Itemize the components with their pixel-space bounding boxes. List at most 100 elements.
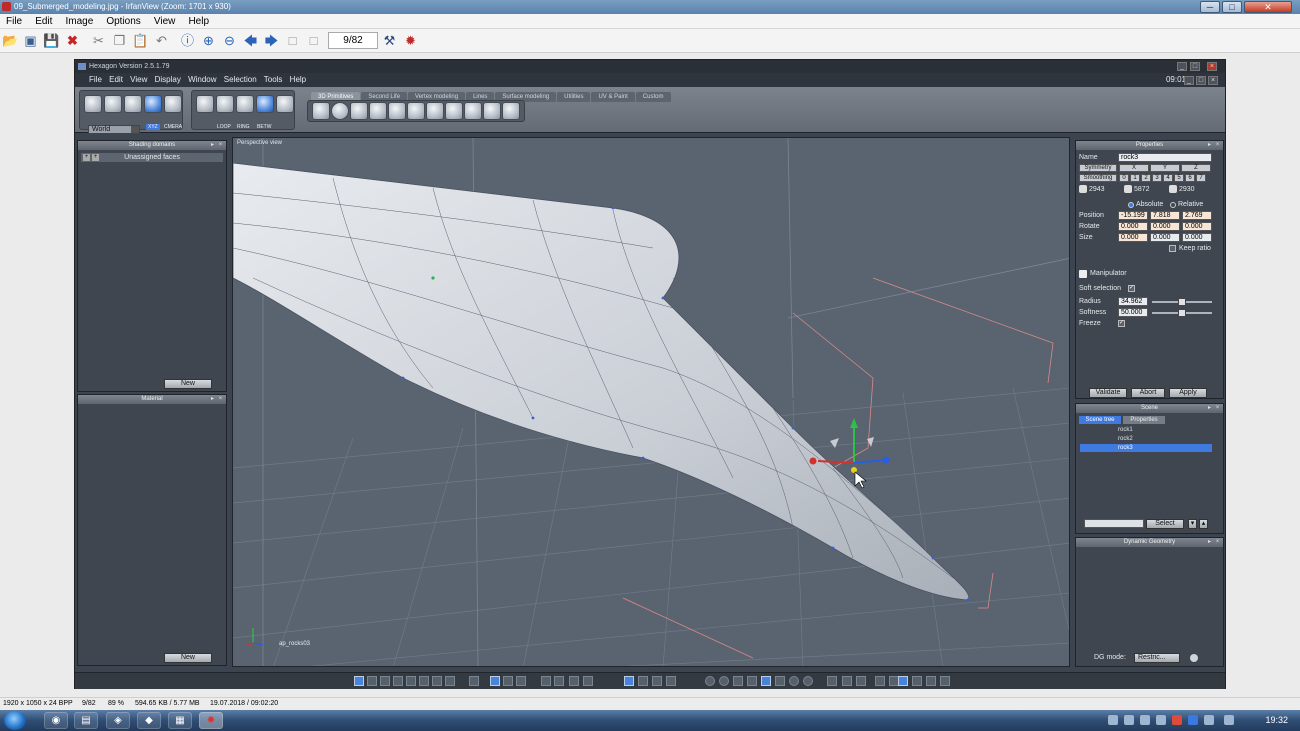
chrome-taskbar-icon[interactable]: ◉ <box>44 712 68 729</box>
previous-image-icon[interactable]: 🡄 <box>242 32 259 49</box>
plane-primitive-icon[interactable] <box>350 102 368 120</box>
panel-pin-icon[interactable]: ▸ <box>1206 142 1213 149</box>
smoothing-level-5[interactable]: 5 <box>1174 174 1184 182</box>
radius-slider-knob[interactable] <box>1178 298 1186 306</box>
select-button[interactable]: Select <box>1146 519 1184 529</box>
radius-input[interactable]: 34.962 <box>1118 297 1148 306</box>
last-page-icon[interactable]: □ <box>305 32 322 49</box>
smoothing-level-2[interactable]: 2 <box>1141 174 1151 182</box>
smoothing-level-7[interactable]: 7 <box>1196 174 1206 182</box>
layout-four-icon[interactable] <box>367 676 377 686</box>
hexagon-close-button[interactable]: × <box>1207 62 1217 71</box>
rotate-y-input[interactable]: 0.000 <box>1150 222 1180 231</box>
smoothing-level-3[interactable]: 3 <box>1152 174 1162 182</box>
tab-utilities[interactable]: Utilities <box>557 92 591 102</box>
scroll-up-icon[interactable]: ▴ <box>1199 519 1208 529</box>
position-z-input[interactable]: 2.769 <box>1182 211 1212 220</box>
scene-item-rock2[interactable]: rock2 <box>1080 435 1212 443</box>
symmetry-label[interactable]: Symmetry <box>1079 164 1117 172</box>
position-x-input[interactable]: -15.199 <box>1118 211 1148 220</box>
validate-button[interactable]: Validate <box>1089 388 1127 398</box>
abort-button[interactable]: Abort <box>1131 388 1165 398</box>
camera-tool[interactable] <box>164 95 182 113</box>
tray-network-icon[interactable] <box>1108 715 1118 725</box>
hex-menu-view[interactable]: View <box>130 75 147 84</box>
slideshow-icon[interactable]: ▣ <box>22 32 39 49</box>
menu-view[interactable]: View <box>149 14 181 29</box>
panel-close-icon[interactable]: × <box>1214 405 1221 412</box>
smoothing-level-4[interactable]: 4 <box>1163 174 1173 182</box>
view-right-icon[interactable] <box>554 676 564 686</box>
grid-primitive-icon[interactable] <box>369 102 387 120</box>
panel-pin-icon[interactable]: ▸ <box>1206 405 1213 412</box>
panel-close-icon[interactable]: × <box>1214 539 1221 546</box>
rotate-tool[interactable] <box>124 95 142 113</box>
soft-selection-checkbox[interactable]: ✓ <box>1128 285 1135 292</box>
edge-mode-tool[interactable] <box>216 95 234 113</box>
symmetry-z[interactable]: Z <box>1181 164 1211 172</box>
tab-uv-paint[interactable]: UV & Paint <box>591 92 635 102</box>
irfanview-logo-icon[interactable]: ✹ <box>402 32 419 49</box>
apply-button[interactable]: Apply <box>1169 388 1207 398</box>
cube-primitive-icon[interactable] <box>312 102 330 120</box>
hex-menu-file[interactable]: File <box>89 75 102 84</box>
rotate-x-input[interactable]: 0.000 <box>1118 222 1148 231</box>
softness-input[interactable]: 50.000 <box>1118 308 1148 317</box>
object-name-input[interactable]: rock3 <box>1118 153 1212 162</box>
size-x-input[interactable]: 0.000 <box>1118 233 1148 242</box>
page-counter-field[interactable]: 9/82 <box>328 32 378 49</box>
grid-toggle-icon[interactable] <box>469 676 479 686</box>
ring-label[interactable]: RING <box>237 124 250 130</box>
nav-manipulator-icon[interactable] <box>624 676 634 686</box>
render-smooth-icon[interactable] <box>719 676 729 686</box>
nav-rotate-icon[interactable] <box>652 676 662 686</box>
paste-icon[interactable]: 📋 <box>132 32 149 49</box>
help-icon[interactable] <box>912 676 922 686</box>
view-single-icon[interactable] <box>490 676 500 686</box>
settings-tools-icon[interactable]: ⚒ <box>381 32 398 49</box>
hex-menu-help[interactable]: Help <box>290 75 306 84</box>
view-quad-icon[interactable] <box>503 676 513 686</box>
scroll-down-icon[interactable]: ▾ <box>1188 519 1197 529</box>
copy-icon[interactable]: ❐ <box>111 32 128 49</box>
auto-mode-tool[interactable] <box>276 95 294 113</box>
cone-primitive-icon[interactable] <box>426 102 444 120</box>
smoothing-label[interactable]: Smoothing <box>1079 174 1117 182</box>
layout-extra-icon[interactable] <box>445 676 455 686</box>
softness-slider-knob[interactable] <box>1178 309 1186 317</box>
panel-close-icon[interactable]: × <box>217 142 224 149</box>
minimize-button[interactable]: ─ <box>1200 1 1220 13</box>
layout-single-icon[interactable] <box>354 676 364 686</box>
universal-manipulator-tool[interactable] <box>144 95 162 113</box>
panel-pin-icon[interactable]: ▸ <box>209 396 216 403</box>
layout-split-h-icon[interactable] <box>380 676 390 686</box>
hammer-primitive-icon[interactable] <box>502 102 520 120</box>
scene-item-rock1[interactable]: rock1 <box>1080 426 1212 434</box>
scene-filter-input[interactable] <box>1084 519 1144 528</box>
hexagon-minimize-button[interactable]: _ <box>1177 62 1187 71</box>
next-image-icon[interactable]: 🡆 <box>263 32 280 49</box>
scale-gizmo-icon[interactable] <box>940 676 950 686</box>
expand-icon[interactable]: + <box>83 154 90 161</box>
menu-image[interactable]: Image <box>60 14 98 29</box>
view-left-icon[interactable] <box>541 676 551 686</box>
softness-slider[interactable] <box>1152 309 1212 317</box>
save-icon[interactable]: 💾 <box>43 32 60 49</box>
scene-item-rock3[interactable]: rock3 <box>1080 444 1212 452</box>
coordinate-system-select[interactable]: World <box>88 125 140 134</box>
zoom-out-icon[interactable]: ⊖ <box>221 32 238 49</box>
smoothing-level-1[interactable]: 1 <box>1130 174 1140 182</box>
dg-mode-indicator-icon[interactable] <box>1190 654 1198 662</box>
snap-icon[interactable] <box>827 676 837 686</box>
menu-edit[interactable]: Edit <box>30 14 57 29</box>
freeze-checkbox[interactable]: ✓ <box>1118 320 1125 327</box>
zoom-view-icon[interactable] <box>569 676 579 686</box>
tab-custom[interactable]: Custom <box>635 92 671 102</box>
move-gizmo-icon[interactable] <box>926 676 936 686</box>
first-page-icon[interactable]: □ <box>284 32 301 49</box>
render-shaded-icon[interactable] <box>761 676 771 686</box>
render-flat-icon[interactable] <box>733 676 743 686</box>
xyz-label[interactable]: XYZ <box>146 124 160 130</box>
tray-volume-icon[interactable] <box>1224 715 1234 725</box>
open-folder-icon[interactable]: 📂 <box>2 32 19 49</box>
